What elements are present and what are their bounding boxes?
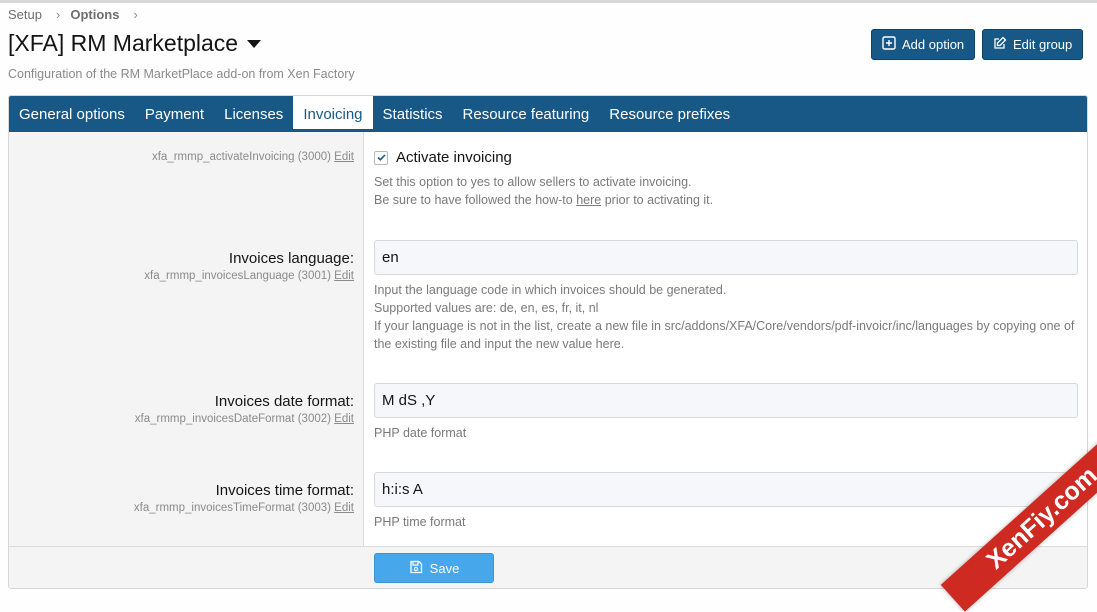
tab-resource-featuring[interactable]: Resource featuring: [453, 96, 600, 132]
invoices-language-hint: Input the language code in which invoice…: [374, 281, 1078, 353]
invoices-language-input[interactable]: en: [374, 240, 1078, 275]
invoices-time-format-field: h:i:s A PHP time format: [374, 472, 1078, 531]
page-title-menu[interactable]: [XFA] RM Marketplace: [8, 30, 262, 57]
tab-resource-prefixes[interactable]: Resource prefixes: [599, 96, 740, 132]
page-title: [XFA] RM Marketplace: [8, 30, 239, 56]
option-id: xfa_rmmp_invoicesLanguage (3001): [144, 270, 331, 282]
add-option-button[interactable]: Add option: [871, 29, 976, 60]
save-icon: [409, 560, 423, 577]
invoices-time-format-hint: PHP time format: [374, 515, 466, 529]
chevron-right-icon: ›: [55, 7, 61, 22]
top-border: [0, 0, 1097, 3]
invoices-time-format-input[interactable]: h:i:s A: [374, 472, 1078, 507]
hint-text: prior to activating it.: [601, 193, 714, 207]
page-description: Configuration of the RM MarketPlace add-…: [8, 67, 355, 81]
tab-statistics[interactable]: Statistics: [373, 96, 453, 132]
activate-invoicing-checkbox-row[interactable]: Activate invoicing: [374, 149, 1078, 166]
option-title: Invoices language:: [228, 250, 354, 267]
hint-text: Be sure to have followed the how-to: [374, 193, 577, 207]
hint-line: Input the language code in which invoice…: [374, 283, 727, 297]
chevron-right-icon: ›: [133, 7, 138, 22]
breadcrumb-options[interactable]: Options: [70, 7, 119, 22]
tab-invoicing[interactable]: Invoicing: [293, 96, 373, 132]
tab-licenses[interactable]: Licenses: [214, 96, 293, 132]
form-footer: Save: [9, 546, 1087, 588]
invoices-date-format-field: M dS ,Y PHP date format: [374, 383, 1078, 442]
option-title: Invoices date format:: [214, 393, 354, 410]
option-id: xfa_rmmp_invoicesTimeFormat (3003): [133, 502, 331, 514]
edit-icon: [993, 36, 1007, 53]
invoices-language-label: Invoices language: xfa_rmmp_invoicesLang…: [144, 250, 354, 282]
option-id: xfa_rmmp_activateInvoicing (3000): [151, 151, 331, 163]
activate-invoicing-field: Activate invoicing Set this option to ye…: [374, 149, 1078, 209]
hint-line: Supported values are: de, en, es, fr, it…: [374, 301, 599, 315]
tab-general-options[interactable]: General options: [9, 96, 135, 132]
activate-invoicing-hint: Set this option to yes to allow sellers …: [374, 173, 1078, 209]
checkbox[interactable]: [374, 150, 388, 165]
edit-link[interactable]: Edit: [334, 413, 354, 425]
invoices-date-format-label: Invoices date format: xfa_rmmp_invoicesD…: [135, 393, 354, 425]
check-icon: [376, 154, 386, 161]
invoices-time-format-label: Invoices time format: xfa_rmmp_invoicesT…: [134, 482, 354, 514]
option-id: xfa_rmmp_invoicesDateFormat (3002): [134, 413, 331, 425]
options-rows: xfa_rmmp_activateInvoicing (3000) Edit A…: [9, 132, 1087, 546]
options-panel: General options Payment Licenses Invoici…: [8, 95, 1088, 589]
save-label: Save: [429, 560, 460, 576]
plus-square-icon: [882, 36, 896, 53]
edit-link[interactable]: Edit: [334, 502, 354, 514]
caret-down-icon: [247, 39, 262, 48]
hint-line: Set this option to yes to allow sellers …: [374, 175, 692, 189]
edit-group-label: Edit group: [1013, 37, 1073, 52]
edit-link[interactable]: Edit: [334, 151, 354, 163]
save-button[interactable]: Save: [374, 553, 494, 583]
edit-group-button[interactable]: Edit group: [982, 29, 1084, 60]
tab-payment[interactable]: Payment: [135, 96, 214, 132]
hint-line: If your language is not in the list, cre…: [374, 319, 1075, 351]
checkbox-label: Activate invoicing: [396, 149, 512, 166]
howto-link[interactable]: here: [576, 193, 601, 207]
invoices-date-format-input[interactable]: M dS ,Y: [374, 383, 1078, 418]
breadcrumb-setup[interactable]: Setup: [8, 7, 42, 22]
option-title: Invoices time format:: [215, 482, 354, 499]
invoices-language-field: en Input the language code in which invo…: [374, 240, 1078, 353]
edit-link[interactable]: Edit: [334, 270, 354, 282]
hint-line: Be sure to have followed the how-to here…: [374, 191, 1078, 209]
add-option-label: Add option: [902, 37, 965, 52]
invoices-date-format-hint: PHP date format: [374, 426, 467, 440]
activate-invoicing-label: xfa_rmmp_activateInvoicing (3000) Edit: [152, 148, 354, 163]
tab-bar: General options Payment Licenses Invoici…: [9, 96, 1087, 132]
breadcrumb: Setup › Options ›: [8, 7, 148, 22]
